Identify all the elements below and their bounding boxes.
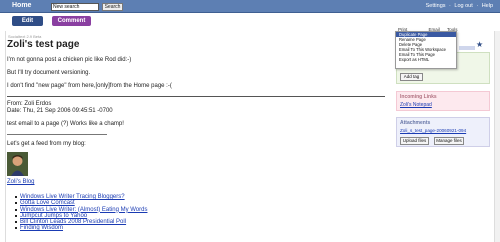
feed-intro: Let's get a feed from my blog: <box>7 141 86 147</box>
top-navigation-bar: Home Search Settings · Log out · Help <box>0 0 500 13</box>
email-from: From: Zoli Erdos <box>7 101 52 107</box>
paragraph: I don't find "new page" from here,[only]… <box>7 83 172 89</box>
paragraph: I'm not gonna post a chicken pic like Ro… <box>7 57 132 63</box>
blog-link[interactable]: Zoli's Blog <box>7 179 385 186</box>
list-item: Finding Wisdom <box>15 225 385 231</box>
blog-post-list: Windows Live Writer Tracing Bloggers? Go… <box>7 194 385 232</box>
blog-post-link[interactable]: Gotta Love Comcast <box>20 200 75 206</box>
blog-post-link[interactable]: Finding Wisdom <box>20 225 63 231</box>
blog-post-link[interactable]: Windows Live Writer: (Almost) Eating My … <box>20 207 147 213</box>
incoming-link[interactable]: Zoli's Notepad <box>400 102 432 108</box>
attachments-panel: Attachments Zoli_s_test_page-20060921-09… <box>396 117 490 147</box>
logout-link[interactable]: Log out <box>454 3 472 9</box>
blog-post-link[interactable]: Jumpcut Jumps to Yahoo <box>20 213 87 219</box>
user-menu: Settings · Log out · Help <box>424 3 493 9</box>
incoming-links-title: Incoming Links <box>400 94 437 100</box>
comment-button[interactable]: Comment <box>52 16 91 26</box>
email-date: Date: Thu, 21 Sep 2006 09:45:51 -0700 <box>7 108 113 114</box>
tools-dropdown-menu: Duplicate Page Rename Page Delete Page E… <box>395 31 457 69</box>
vertical-scrollbar[interactable] <box>494 31 500 242</box>
blog-post-link[interactable]: Windows Live Writer Tracing Bloggers? <box>20 194 125 200</box>
email-text: test email to a page (?) Works like a ch… <box>7 121 124 127</box>
blog-avatar-image <box>7 152 28 176</box>
edit-button[interactable]: Edit <box>12 16 43 26</box>
settings-link[interactable]: Settings <box>426 3 446 9</box>
page-info-bar <box>459 46 475 50</box>
add-tag-button[interactable]: Add tag <box>400 73 423 81</box>
separator: · <box>476 3 479 9</box>
watch-star-icon[interactable]: ★ <box>476 40 483 49</box>
help-link[interactable]: Help <box>482 3 493 9</box>
paragraph: But I'll try document versioning. <box>7 70 91 76</box>
incoming-links-panel: Incoming Links Zoli's Notepad <box>396 91 490 111</box>
horizontal-rule <box>7 96 385 97</box>
attachment-link[interactable]: Zoli_s_test_page-20060921-094 <box>400 128 466 133</box>
page-title: Zoli's test page <box>7 39 80 50</box>
menu-item-export-html[interactable]: Export as HTML <box>396 57 456 62</box>
separator: · <box>449 3 451 9</box>
search-button[interactable]: Search <box>102 3 123 11</box>
home-link[interactable]: Home <box>12 2 31 9</box>
blog-post-link[interactable]: Bill Clinton Leads 2008 Presidential Pol… <box>20 219 126 225</box>
upload-files-button[interactable]: Upload files <box>400 137 429 145</box>
manage-files-button[interactable]: Manage files <box>434 137 464 145</box>
attachments-title: Attachments <box>400 120 431 126</box>
search-input[interactable] <box>51 3 99 11</box>
page-content: I'm not gonna post a chicken pic like Ro… <box>7 57 385 232</box>
horizontal-rule-short <box>7 134 107 135</box>
